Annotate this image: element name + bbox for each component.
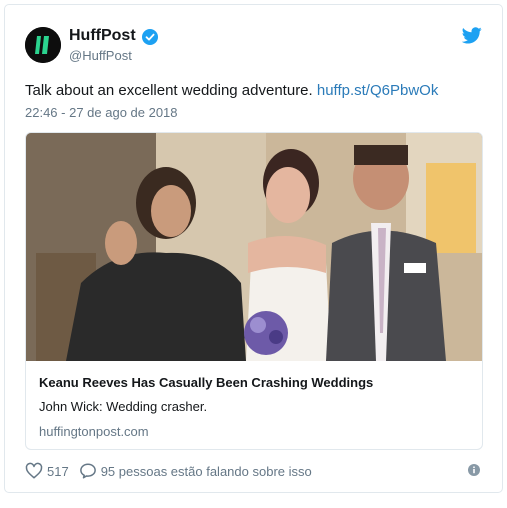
tweet-actions: 517 95 pessoas estão falando sobre isso [25, 461, 322, 481]
link-card[interactable]: Keanu Reeves Has Casually Been Crashing … [25, 132, 483, 450]
info-icon[interactable] [468, 464, 480, 476]
card-photo [26, 133, 482, 361]
tweet-text-body: Talk about an excellent wedding adventur… [25, 82, 313, 99]
author-avatar[interactable] [25, 27, 61, 63]
like-count: 517 [47, 463, 69, 479]
tweet-timestamp[interactable]: 22:46 - 27 de ago de 2018 [25, 105, 178, 120]
twitter-bird-icon[interactable] [462, 27, 482, 44]
conversation-action[interactable]: 95 pessoas estão falando sobre isso [79, 462, 312, 480]
card-description: John Wick: Wedding crasher. [39, 399, 208, 414]
author-handle[interactable]: @HuffPost [69, 48, 132, 63]
speech-bubble-icon [79, 463, 96, 479]
heart-icon [25, 462, 43, 479]
verified-badge-icon [142, 29, 158, 45]
card-domain: huffingtonpost.com [39, 424, 149, 439]
card-title[interactable]: Keanu Reeves Has Casually Been Crashing … [39, 375, 373, 390]
huffpost-logo-icon [25, 27, 61, 63]
author-display-name[interactable]: HuffPost [69, 27, 136, 45]
tweet-link[interactable]: huffp.st/Q6PbwOk [317, 82, 438, 99]
tweet-text: Talk about an excellent wedding adventur… [25, 81, 438, 101]
like-action[interactable]: 517 [25, 462, 69, 480]
tweet-embed: HuffPost @HuffPost Talk about an excelle… [4, 4, 503, 493]
conversation-text: 95 pessoas estão falando sobre isso [100, 463, 312, 479]
